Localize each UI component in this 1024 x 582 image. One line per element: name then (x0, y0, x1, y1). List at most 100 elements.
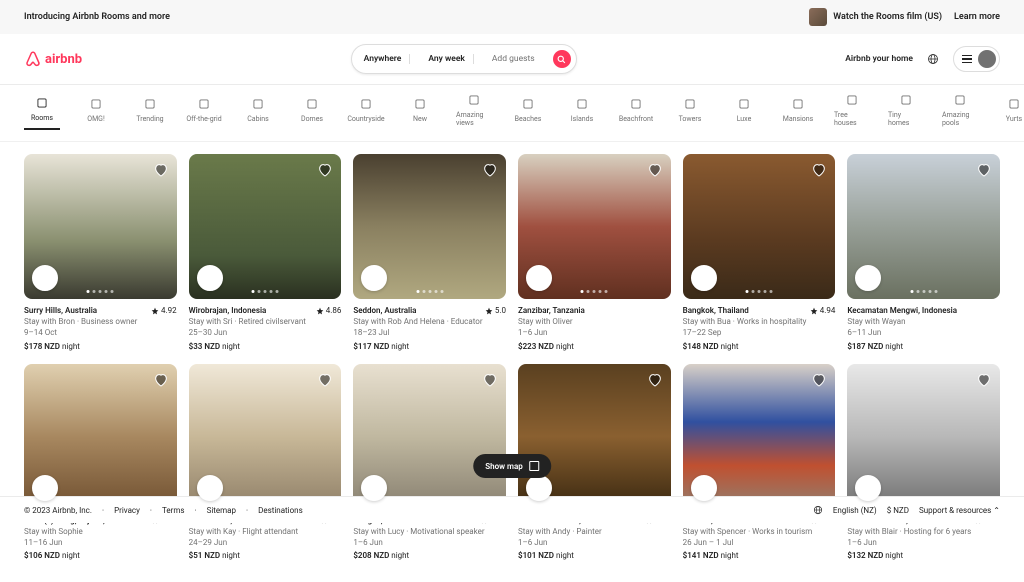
listing-card[interactable]: Frankston South, Australia4.97Stay with … (847, 364, 1000, 562)
category-icon (791, 97, 805, 111)
favorite-button[interactable] (317, 372, 333, 388)
favorite-button[interactable] (482, 162, 498, 178)
category-countryside[interactable]: Countryside (348, 97, 384, 129)
favorite-button[interactable] (153, 162, 169, 178)
listing-photo[interactable] (189, 364, 342, 509)
listing-photo[interactable] (683, 154, 836, 299)
favorite-button[interactable] (976, 372, 992, 388)
support-link[interactable]: Support & resources ⌃ (919, 506, 1000, 515)
favorite-button[interactable] (811, 162, 827, 178)
listing-photo[interactable] (24, 364, 177, 509)
category-tiny-homes[interactable]: Tiny homes (888, 93, 924, 133)
show-map-button[interactable]: Show map (473, 454, 551, 478)
listing-photo[interactable] (518, 154, 671, 299)
carousel-dots (581, 290, 608, 293)
listing-card[interactable]: Kecamatan Mengwi, IndonesiaStay with Way… (847, 154, 1000, 352)
category-tree-houses[interactable]: Tree houses (834, 93, 870, 133)
listing-price: $101 NZD night (518, 550, 671, 561)
category-luxe[interactable]: Luxe (726, 97, 762, 129)
favorite-button[interactable] (976, 162, 992, 178)
listing-price: $33 NZD night (189, 341, 342, 352)
favorite-button[interactable] (482, 372, 498, 388)
listing-photo[interactable] (518, 364, 671, 509)
listing-photo[interactable] (847, 154, 1000, 299)
search-button[interactable] (553, 50, 571, 68)
menu-icon (962, 55, 972, 64)
favorite-button[interactable] (317, 162, 333, 178)
listing-location: Wirobrajan, Indonesia (189, 305, 267, 316)
header: airbnb Anywhere Any week Add guests Airb… (0, 34, 1024, 85)
search-guests[interactable]: Add guests (484, 54, 543, 64)
language-button[interactable] (923, 49, 943, 69)
airbnb-logo-icon (24, 50, 42, 68)
favorite-button[interactable] (153, 372, 169, 388)
privacy-link[interactable]: Privacy (114, 506, 140, 515)
carousel-dots (910, 500, 937, 503)
listing-photo[interactable] (353, 364, 506, 509)
category-icon (899, 93, 913, 107)
category-beachfront[interactable]: Beachfront (618, 97, 654, 129)
category-domes[interactable]: Domes (294, 97, 330, 129)
favorite-button[interactable] (647, 372, 663, 388)
category-new[interactable]: New (402, 97, 438, 129)
listing-host: Stay with Kay · Flight attendant (189, 526, 342, 537)
category-label: New (413, 115, 427, 123)
listing-card[interactable]: Wirobrajan, Indonesia4.86Stay with Sri ·… (189, 154, 342, 352)
listing-dates: 1–6 Jun (518, 537, 671, 548)
category-yurts[interactable]: Yurts (996, 97, 1024, 129)
user-menu[interactable] (953, 46, 1000, 72)
category-amazing-views[interactable]: Amazing views (456, 93, 492, 133)
category-label: Yurts (1006, 115, 1022, 123)
listing-dates: 11–16 Jun (24, 537, 177, 548)
listing-card[interactable]: Bangkok, Thailand4.94Stay with Bua · Wor… (683, 154, 836, 352)
airbnb-your-home-link[interactable]: Airbnb your home (845, 54, 913, 64)
search-anyweek[interactable]: Any week (420, 54, 474, 64)
host-avatar (691, 265, 717, 291)
listing-card[interactable]: Zanzibar, TanzaniaStay with Oliver1–6 Ju… (518, 154, 671, 352)
announcement-bar: Introducing Airbnb Rooms and more Watch … (0, 0, 1024, 34)
currency-link[interactable]: $ NZD (887, 506, 909, 515)
destinations-link[interactable]: Destinations (258, 506, 303, 515)
listing-card[interactable]: Seddon, Australia5.0Stay with Rob And He… (353, 154, 506, 352)
listing-photo[interactable] (683, 364, 836, 509)
category-label: Islands (571, 115, 593, 123)
learn-more-link[interactable]: Learn more (954, 12, 1000, 22)
category-icon (359, 97, 373, 111)
listing-card[interactable]: Surry Hills, Australia4.92Stay with Bron… (24, 154, 177, 352)
category-label: Beaches (515, 115, 542, 123)
listing-card[interactable]: Redfern, Australia4.88Stay with Spencer … (683, 364, 836, 562)
sitemap-link[interactable]: Sitemap (207, 506, 236, 515)
listing-photo[interactable] (353, 154, 506, 299)
category-off-the-grid[interactable]: Off-the-grid (186, 97, 222, 129)
search-bar[interactable]: Anywhere Any week Add guests (351, 44, 577, 74)
category-trending[interactable]: Trending (132, 97, 168, 129)
category-cabins[interactable]: Cabins (240, 97, 276, 129)
category-towers[interactable]: Towers (672, 97, 708, 129)
category-rooms[interactable]: Rooms (24, 96, 60, 130)
announce-title: Introducing Airbnb Rooms and more (24, 12, 170, 22)
category-mansions[interactable]: Mansions (780, 97, 816, 129)
listing-price: $132 NZD night (847, 550, 1000, 561)
favorite-button[interactable] (811, 372, 827, 388)
terms-link[interactable]: Terms (162, 506, 184, 515)
category-icon (737, 97, 751, 111)
listing-photo[interactable] (24, 154, 177, 299)
listing-rating: 4.94 (810, 305, 836, 316)
listing-card[interactable]: Chom Phon, Thailand4.9Stay with Kay · Fl… (189, 364, 342, 562)
listing-photo[interactable] (189, 154, 342, 299)
listing-card[interactable]: Ildo 1(il)-dong, Jeju-si, South Korea4.8… (24, 364, 177, 562)
map-icon (529, 461, 539, 471)
favorite-button[interactable] (647, 162, 663, 178)
carousel-dots (745, 290, 772, 293)
language-link[interactable]: English (NZ) (833, 506, 877, 515)
logo[interactable]: airbnb (24, 50, 82, 68)
watch-film-button[interactable]: Watch the Rooms film (US) (809, 8, 942, 26)
search-anywhere[interactable]: Anywhere (364, 54, 411, 64)
listing-photo[interactable] (847, 364, 1000, 509)
category-omg-[interactable]: OMG! (78, 97, 114, 129)
listing-host: Stay with Oliver (518, 316, 671, 327)
category-beaches[interactable]: Beaches (510, 97, 546, 129)
category-islands[interactable]: Islands (564, 97, 600, 129)
category-amazing-pools[interactable]: Amazing pools (942, 93, 978, 133)
listing-location: Surry Hills, Australia (24, 305, 97, 316)
